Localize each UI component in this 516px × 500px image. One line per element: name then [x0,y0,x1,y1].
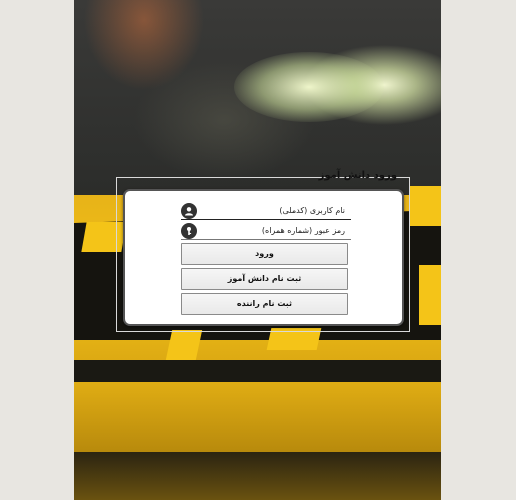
password-input[interactable] [201,222,347,239]
taxi-sign-trim [74,360,441,382]
password-field [181,222,351,240]
taxi-sign-bottom-panel [74,452,441,500]
light-glow [234,52,384,122]
login-card: ورود ثبت نام دانش آموز ثبت نام راننده [123,189,404,326]
username-field [181,202,351,220]
taxi-sign-stripe [409,186,441,226]
user-icon [181,203,197,219]
register-student-button[interactable]: ثبت نام دانش آموز [181,268,348,290]
page: ورود دانش آموز ورود ثبت نام د [0,0,516,500]
login-legend: ورود دانش آموز [318,170,397,181]
login-button[interactable]: ورود [181,243,348,265]
key-icon [181,223,197,239]
taxi-sign-lower-body [74,382,441,452]
taxi-sign-stripe [165,330,203,360]
taxi-sign-stripe [419,265,441,325]
username-input[interactable] [201,202,347,219]
register-driver-button[interactable]: ثبت نام راننده [181,293,348,315]
